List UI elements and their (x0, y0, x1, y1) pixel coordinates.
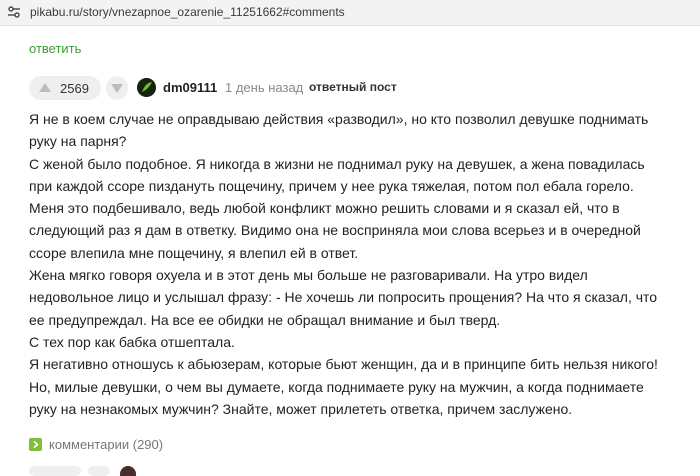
downvote-icon (111, 84, 123, 93)
expand-icon (29, 438, 42, 451)
tune-icon[interactable] (6, 4, 22, 20)
comment-time[interactable]: 1 день назад (225, 80, 303, 95)
upvote-icon[interactable] (37, 81, 53, 95)
author-name[interactable]: dm09111 (163, 80, 217, 95)
next-rating-box (29, 466, 81, 476)
comment-body: Я не в коем случае не оправдываю действи… (29, 108, 669, 420)
next-downvote-button[interactable] (88, 466, 110, 476)
avatar[interactable] (137, 78, 156, 97)
rating-box: 2569 (29, 76, 101, 100)
comment-paragraph: С тех пор как бабка отшептала. (29, 333, 235, 350)
reply-post-link[interactable]: ответный пост (309, 80, 397, 94)
next-avatar[interactable] (120, 466, 136, 476)
comment-paragraph: Я не в коем случае не оправдываю действи… (29, 111, 649, 150)
comments-count-label: комментарии (290) (49, 437, 164, 452)
comment-paragraph: Меня это подбешивало, ведь любой конфлик… (29, 200, 641, 261)
rating-count: 2569 (60, 81, 89, 96)
comments-toggle[interactable]: комментарии (290) (29, 437, 163, 452)
comment-paragraph: Я негативно отношусь к абьюзерам, которы… (29, 356, 658, 417)
comment-paragraph: С женой было подобное. Я никогда в жизни… (29, 155, 645, 194)
address-bar[interactable]: pikabu.ru/story/vnezapnoe_ozarenie_11251… (0, 0, 700, 26)
reply-link[interactable]: ответить (29, 41, 81, 56)
url-text[interactable]: pikabu.ru/story/vnezapnoe_ozarenie_11251… (30, 5, 345, 19)
downvote-button[interactable] (106, 76, 128, 100)
comment-paragraph: Жена мягко говоря охуела и в этот день м… (29, 267, 658, 328)
